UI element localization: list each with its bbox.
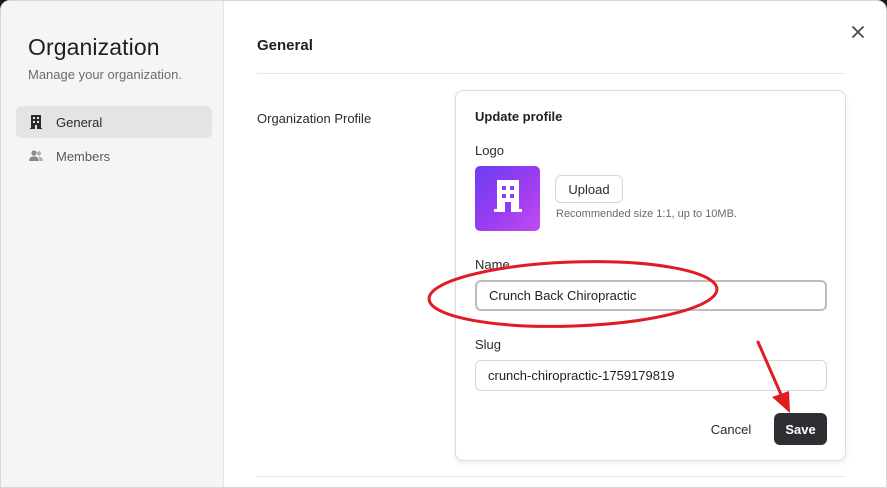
- sidebar: Organization Manage your organization. G…: [1, 1, 224, 487]
- name-field-value: Crunch Back Chiropractic: [489, 288, 637, 303]
- save-button[interactable]: Save: [774, 413, 827, 445]
- slug-field-value: crunch-chiropractic-1759179819: [488, 368, 675, 383]
- name-field[interactable]: Crunch Back Chiropractic: [475, 280, 827, 311]
- sidebar-item-members[interactable]: Members: [16, 140, 212, 172]
- close-icon[interactable]: [849, 23, 867, 41]
- update-profile-card: Update profile Logo Upload Recommended s…: [455, 90, 846, 461]
- users-icon: [29, 149, 43, 163]
- sidebar-item-general[interactable]: General: [16, 106, 212, 138]
- logo-label: Logo: [475, 143, 504, 158]
- building-icon: [493, 180, 522, 217]
- upload-hint: Recommended size 1:1, up to 10MB.: [556, 208, 737, 220]
- organization-modal: Organization Manage your organization. G…: [0, 0, 887, 488]
- section-label: Organization Profile: [257, 111, 372, 126]
- divider: [257, 476, 846, 477]
- sidebar-subtitle: Manage your organization.: [28, 67, 182, 82]
- organization-logo: [475, 166, 540, 231]
- sidebar-item-label: General: [56, 114, 103, 130]
- sidebar-item-label: Members: [56, 148, 111, 164]
- upload-button[interactable]: Upload: [555, 175, 623, 203]
- sidebar-title: Organization: [28, 34, 160, 60]
- name-label: Name: [475, 257, 510, 272]
- page-title: General: [257, 37, 313, 54]
- divider: [257, 73, 846, 74]
- card-title: Update profile: [475, 109, 563, 124]
- building-icon: [29, 115, 43, 129]
- cancel-button[interactable]: Cancel: [706, 413, 756, 445]
- slug-label: Slug: [475, 337, 502, 352]
- slug-field[interactable]: crunch-chiropractic-1759179819: [475, 360, 827, 391]
